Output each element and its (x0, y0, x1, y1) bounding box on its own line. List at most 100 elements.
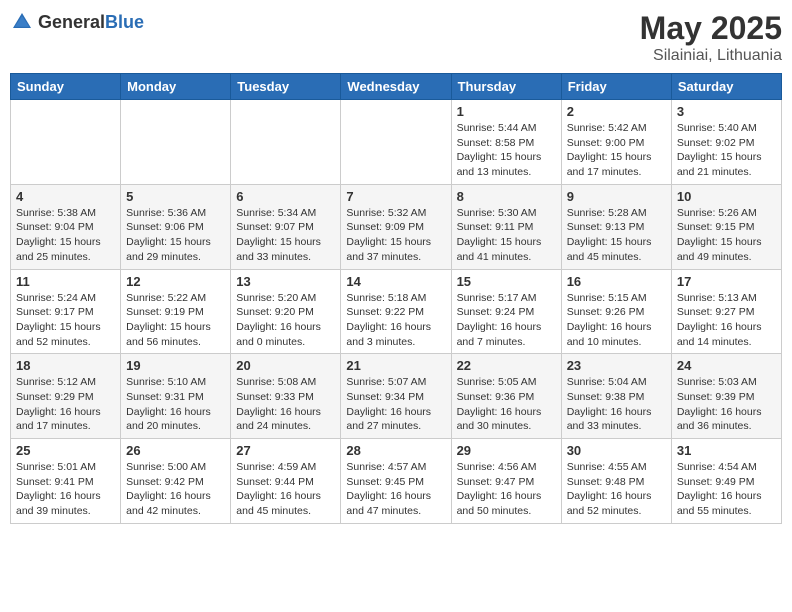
calendar-cell (121, 100, 231, 185)
day-number: 6 (236, 189, 335, 204)
logo-blue: Blue (105, 12, 144, 32)
day-info: Sunrise: 5:07 AM Sunset: 9:34 PM Dayligh… (346, 375, 445, 434)
calendar-cell: 21 Sunrise: 5:07 AM Sunset: 9:34 PM Dayli… (341, 354, 451, 439)
day-info: Sunrise: 5:44 AM Sunset: 8:58 PM Dayligh… (457, 121, 556, 180)
day-number: 3 (677, 104, 776, 119)
calendar-cell: 19 Sunrise: 5:10 AM Sunset: 9:31 PM Dayli… (121, 354, 231, 439)
calendar-cell: 28 Sunrise: 4:57 AM Sunset: 9:45 PM Dayli… (341, 439, 451, 524)
day-info: Sunrise: 5:00 AM Sunset: 9:42 PM Dayligh… (126, 460, 225, 519)
weekday-header: Monday (121, 74, 231, 100)
day-info: Sunrise: 5:40 AM Sunset: 9:02 PM Dayligh… (677, 121, 776, 180)
calendar-cell: 11 Sunrise: 5:24 AM Sunset: 9:17 PM Dayli… (11, 269, 121, 354)
logo: GeneralBlue (10, 10, 144, 34)
day-number: 25 (16, 443, 115, 458)
day-number: 23 (567, 358, 666, 373)
day-number: 2 (567, 104, 666, 119)
calendar-cell: 2 Sunrise: 5:42 AM Sunset: 9:00 PM Daylig… (561, 100, 671, 185)
calendar-cell: 10 Sunrise: 5:26 AM Sunset: 9:15 PM Dayli… (671, 184, 781, 269)
weekday-header: Wednesday (341, 74, 451, 100)
calendar-cell: 4 Sunrise: 5:38 AM Sunset: 9:04 PM Daylig… (11, 184, 121, 269)
day-info: Sunrise: 4:57 AM Sunset: 9:45 PM Dayligh… (346, 460, 445, 519)
day-number: 11 (16, 274, 115, 289)
calendar-cell: 22 Sunrise: 5:05 AM Sunset: 9:36 PM Dayli… (451, 354, 561, 439)
calendar-cell (231, 100, 341, 185)
calendar-cell: 18 Sunrise: 5:12 AM Sunset: 9:29 PM Dayli… (11, 354, 121, 439)
day-number: 26 (126, 443, 225, 458)
day-info: Sunrise: 5:17 AM Sunset: 9:24 PM Dayligh… (457, 291, 556, 350)
calendar-cell: 15Sunrise: 5:17 AM Sunset: 9:24 PM Dayli… (451, 269, 561, 354)
day-number: 18 (16, 358, 115, 373)
day-info: Sunrise: 5:26 AM Sunset: 9:15 PM Dayligh… (677, 206, 776, 265)
calendar-week-row: 1Sunrise: 5:44 AM Sunset: 8:58 PM Daylig… (11, 100, 782, 185)
calendar-title: May 2025 (640, 10, 782, 47)
day-number: 21 (346, 358, 445, 373)
day-info: Sunrise: 5:20 AM Sunset: 9:20 PM Dayligh… (236, 291, 335, 350)
weekday-header: Tuesday (231, 74, 341, 100)
day-info: Sunrise: 5:08 AM Sunset: 9:33 PM Dayligh… (236, 375, 335, 434)
calendar-week-row: 18 Sunrise: 5:12 AM Sunset: 9:29 PM Dayli… (11, 354, 782, 439)
day-number: 31 (677, 443, 776, 458)
calendar-cell: 24Sunrise: 5:03 AM Sunset: 9:39 PM Dayli… (671, 354, 781, 439)
weekday-header-row: SundayMondayTuesdayWednesdayThursdayFrid… (11, 74, 782, 100)
calendar-cell: 20 Sunrise: 5:08 AM Sunset: 9:33 PM Dayli… (231, 354, 341, 439)
calendar-week-row: 11 Sunrise: 5:24 AM Sunset: 9:17 PM Dayli… (11, 269, 782, 354)
day-number: 7 (346, 189, 445, 204)
logo-general: General (38, 12, 105, 32)
day-info: Sunrise: 5:13 AM Sunset: 9:27 PM Dayligh… (677, 291, 776, 350)
day-number: 30 (567, 443, 666, 458)
day-number: 9 (567, 189, 666, 204)
day-info: Sunrise: 5:30 AM Sunset: 9:11 PM Dayligh… (457, 206, 556, 265)
day-info: Sunrise: 5:05 AM Sunset: 9:36 PM Dayligh… (457, 375, 556, 434)
calendar-cell: 5Sunrise: 5:36 AM Sunset: 9:06 PM Daylig… (121, 184, 231, 269)
calendar-week-row: 4 Sunrise: 5:38 AM Sunset: 9:04 PM Daylig… (11, 184, 782, 269)
calendar-cell: 6Sunrise: 5:34 AM Sunset: 9:07 PM Daylig… (231, 184, 341, 269)
calendar-cell: 14Sunrise: 5:18 AM Sunset: 9:22 PM Dayli… (341, 269, 451, 354)
day-info: Sunrise: 5:10 AM Sunset: 9:31 PM Dayligh… (126, 375, 225, 434)
day-info: Sunrise: 4:59 AM Sunset: 9:44 PM Dayligh… (236, 460, 335, 519)
weekday-header: Thursday (451, 74, 561, 100)
day-number: 19 (126, 358, 225, 373)
day-number: 24 (677, 358, 776, 373)
day-info: Sunrise: 5:36 AM Sunset: 9:06 PM Dayligh… (126, 206, 225, 265)
day-number: 28 (346, 443, 445, 458)
title-block: May 2025 Silainiai, Lithuania (640, 10, 782, 65)
day-number: 29 (457, 443, 556, 458)
day-info: Sunrise: 5:04 AM Sunset: 9:38 PM Dayligh… (567, 375, 666, 434)
logo-icon (10, 10, 34, 34)
day-info: Sunrise: 5:32 AM Sunset: 9:09 PM Dayligh… (346, 206, 445, 265)
day-number: 22 (457, 358, 556, 373)
calendar-cell (341, 100, 451, 185)
day-info: Sunrise: 4:55 AM Sunset: 9:48 PM Dayligh… (567, 460, 666, 519)
day-info: Sunrise: 5:12 AM Sunset: 9:29 PM Dayligh… (16, 375, 115, 434)
weekday-header: Saturday (671, 74, 781, 100)
calendar-cell: 27Sunrise: 4:59 AM Sunset: 9:44 PM Dayli… (231, 439, 341, 524)
day-number: 4 (16, 189, 115, 204)
calendar-cell: 12Sunrise: 5:22 AM Sunset: 9:19 PM Dayli… (121, 269, 231, 354)
day-info: Sunrise: 5:42 AM Sunset: 9:00 PM Dayligh… (567, 121, 666, 180)
calendar-table: SundayMondayTuesdayWednesdayThursdayFrid… (10, 73, 782, 524)
day-info: Sunrise: 5:28 AM Sunset: 9:13 PM Dayligh… (567, 206, 666, 265)
calendar-cell: 9 Sunrise: 5:28 AM Sunset: 9:13 PM Daylig… (561, 184, 671, 269)
day-number: 13 (236, 274, 335, 289)
day-info: Sunrise: 5:24 AM Sunset: 9:17 PM Dayligh… (16, 291, 115, 350)
day-info: Sunrise: 5:38 AM Sunset: 9:04 PM Dayligh… (16, 206, 115, 265)
day-info: Sunrise: 5:01 AM Sunset: 9:41 PM Dayligh… (16, 460, 115, 519)
calendar-cell: 30 Sunrise: 4:55 AM Sunset: 9:48 PM Dayli… (561, 439, 671, 524)
day-number: 14 (346, 274, 445, 289)
day-number: 12 (126, 274, 225, 289)
day-info: Sunrise: 5:15 AM Sunset: 9:26 PM Dayligh… (567, 291, 666, 350)
day-number: 10 (677, 189, 776, 204)
calendar-cell: 1Sunrise: 5:44 AM Sunset: 8:58 PM Daylig… (451, 100, 561, 185)
weekday-header: Sunday (11, 74, 121, 100)
day-number: 16 (567, 274, 666, 289)
day-info: Sunrise: 4:56 AM Sunset: 9:47 PM Dayligh… (457, 460, 556, 519)
day-number: 17 (677, 274, 776, 289)
calendar-cell: 16 Sunrise: 5:15 AM Sunset: 9:26 PM Dayli… (561, 269, 671, 354)
calendar-cell: 29 Sunrise: 4:56 AM Sunset: 9:47 PM Dayli… (451, 439, 561, 524)
calendar-week-row: 25 Sunrise: 5:01 AM Sunset: 9:41 PM Dayli… (11, 439, 782, 524)
day-number: 20 (236, 358, 335, 373)
calendar-cell: 17 Sunrise: 5:13 AM Sunset: 9:27 PM Dayli… (671, 269, 781, 354)
calendar-cell: 3 Sunrise: 5:40 AM Sunset: 9:02 PM Daylig… (671, 100, 781, 185)
calendar-subtitle: Silainiai, Lithuania (640, 47, 782, 65)
calendar-cell: 7 Sunrise: 5:32 AM Sunset: 9:09 PM Daylig… (341, 184, 451, 269)
